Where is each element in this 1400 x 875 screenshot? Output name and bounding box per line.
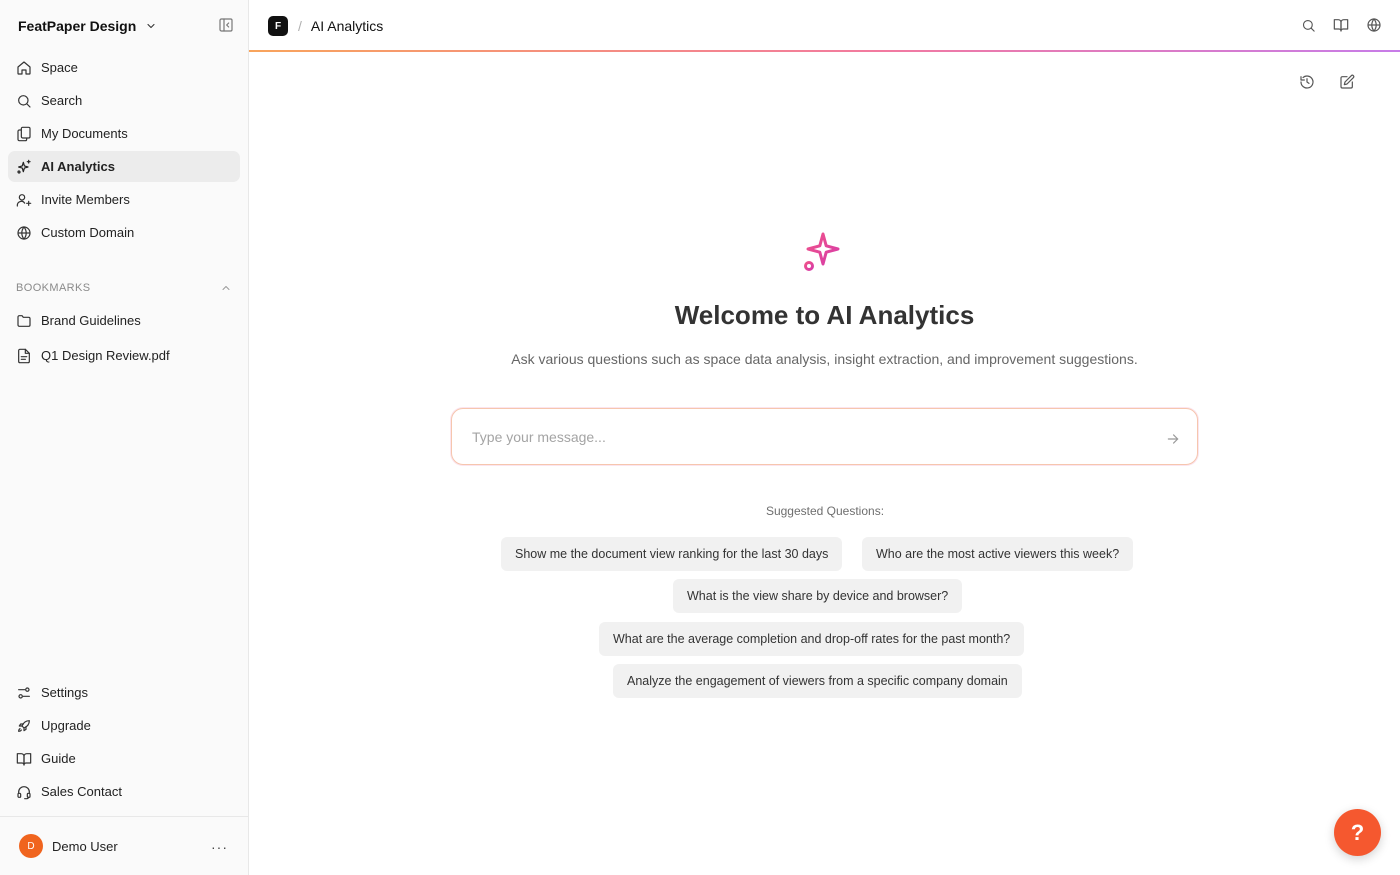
bookmark-brand-guidelines[interactable]: Brand Guidelines bbox=[8, 304, 240, 337]
main-nav: Space Search My Documents AI Analytics I… bbox=[8, 52, 240, 250]
folder-icon bbox=[16, 313, 32, 329]
avatar: D bbox=[19, 834, 43, 858]
send-icon[interactable] bbox=[1165, 431, 1181, 447]
user-plus-icon bbox=[16, 192, 32, 208]
welcome-title: Welcome to AI Analytics bbox=[674, 300, 975, 330]
nav-item-settings[interactable]: Settings bbox=[8, 677, 240, 708]
message-box bbox=[451, 408, 1198, 465]
headset-icon bbox=[16, 784, 32, 800]
globe-icon bbox=[16, 225, 32, 241]
breadcrumb-separator: / bbox=[298, 18, 302, 34]
nav-item-label: Upgrade bbox=[41, 718, 91, 733]
workspace-switcher[interactable]: FeatPaper Design bbox=[0, 0, 248, 52]
nav-item-invite-members[interactable]: Invite Members bbox=[8, 184, 240, 215]
rocket-icon bbox=[16, 718, 32, 734]
user-menu[interactable]: D Demo User ··· bbox=[0, 816, 248, 875]
nav-item-label: Invite Members bbox=[41, 192, 130, 207]
sparkles-icon bbox=[801, 226, 849, 274]
bookmarks-title: BOOKMARKS bbox=[16, 282, 91, 294]
nav-item-label: AI Analytics bbox=[41, 159, 115, 174]
nav-item-label: Space bbox=[41, 60, 78, 75]
bookmark-q1-design-review[interactable]: Q1 Design Review.pdf bbox=[8, 339, 240, 372]
new-chat-icon[interactable] bbox=[1338, 73, 1355, 90]
top-bar: F / AI Analytics bbox=[249, 0, 1400, 52]
nav-item-label: Search bbox=[41, 93, 83, 108]
file-text-icon bbox=[16, 348, 32, 364]
help-button[interactable]: ? bbox=[1334, 809, 1381, 856]
sidebar: FeatPaper Design Space Search My Documen… bbox=[0, 0, 249, 875]
nav-item-label: Guide bbox=[41, 751, 76, 766]
nav-item-label: Custom Domain bbox=[41, 225, 135, 240]
bookmarks-header[interactable]: BOOKMARKS bbox=[16, 280, 232, 296]
welcome-subtitle: Ask various questions such as space data… bbox=[511, 351, 1138, 367]
home-icon bbox=[16, 60, 32, 76]
bottom-nav: Settings Upgrade Guide Sales Contact bbox=[8, 677, 240, 809]
more-icon[interactable]: ··· bbox=[211, 839, 228, 855]
suggested-questions-title: Suggested Questions: bbox=[765, 504, 885, 518]
user-name: Demo User bbox=[52, 838, 118, 854]
nav-item-guide[interactable]: Guide bbox=[8, 743, 240, 774]
nav-item-sales-contact[interactable]: Sales Contact bbox=[8, 776, 240, 807]
chevron-up-icon bbox=[220, 282, 232, 294]
workspace-name: FeatPaper Design bbox=[18, 18, 137, 34]
page-title: AI Analytics bbox=[310, 18, 384, 34]
sparkles-icon bbox=[16, 159, 32, 175]
sidebar-collapse-icon[interactable] bbox=[218, 17, 234, 33]
bookmarks-list: Brand Guidelines Q1 Design Review.pdf bbox=[8, 304, 240, 374]
suggestion-chip[interactable]: What are the average completion and drop… bbox=[599, 622, 1025, 656]
nav-item-label: Sales Contact bbox=[41, 784, 122, 799]
book-open-icon[interactable] bbox=[1333, 17, 1349, 33]
nav-item-search[interactable]: Search bbox=[8, 85, 240, 116]
history-icon[interactable] bbox=[1298, 73, 1315, 90]
brand-logo[interactable]: F bbox=[268, 16, 288, 36]
documents-icon bbox=[16, 126, 32, 142]
nav-item-label: Settings bbox=[41, 685, 88, 700]
gradient-divider bbox=[249, 50, 1400, 52]
sliders-icon bbox=[16, 685, 32, 701]
nav-item-space[interactable]: Space bbox=[8, 52, 240, 83]
suggestion-chip[interactable]: Show me the document view ranking for th… bbox=[501, 537, 843, 571]
chevron-down-icon bbox=[145, 19, 159, 33]
nav-item-upgrade[interactable]: Upgrade bbox=[8, 710, 240, 741]
suggestion-chip[interactable]: Who are the most active viewers this wee… bbox=[862, 537, 1134, 571]
suggestion-chip[interactable]: What is the view share by device and bro… bbox=[673, 579, 963, 613]
suggestion-chip[interactable]: Analyze the engagement of viewers from a… bbox=[613, 664, 1022, 698]
bookmark-label: Q1 Design Review.pdf bbox=[41, 348, 170, 363]
globe-icon[interactable] bbox=[1366, 17, 1382, 33]
bookmark-label: Brand Guidelines bbox=[41, 313, 141, 328]
search-icon[interactable] bbox=[1300, 17, 1316, 33]
book-icon bbox=[16, 751, 32, 767]
nav-item-ai-analytics[interactable]: AI Analytics bbox=[8, 151, 240, 182]
nav-item-label: My Documents bbox=[41, 126, 128, 141]
chat-tools bbox=[1298, 73, 1355, 90]
message-input[interactable] bbox=[472, 427, 1132, 447]
top-actions bbox=[1300, 17, 1382, 33]
search-icon bbox=[16, 93, 32, 109]
nav-item-custom-domain[interactable]: Custom Domain bbox=[8, 217, 240, 248]
nav-item-my-documents[interactable]: My Documents bbox=[8, 118, 240, 149]
